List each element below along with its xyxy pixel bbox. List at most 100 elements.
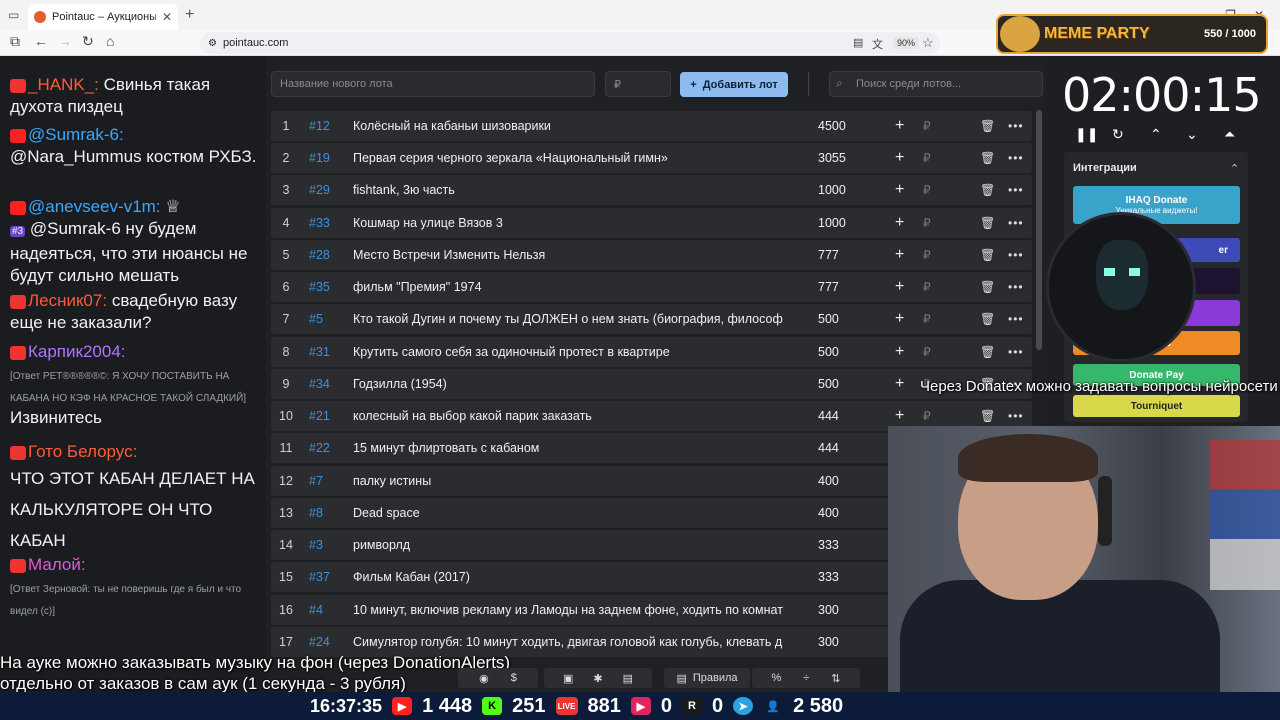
lot-row[interactable]: 2 #19 Первая серия черного зеркала «Национ… — [271, 143, 1032, 173]
lot-row[interactable]: 6 #35 фильм "Премия" 1974 777 + ₽ 🗑 ••• — [271, 272, 1032, 302]
browser-tab[interactable]: Pointauc – Аукционы, лотереи ✕ — [28, 4, 178, 30]
more-icon[interactable]: ••• — [1008, 409, 1024, 423]
bookmark-star-icon[interactable]: ☆ — [922, 35, 934, 51]
add-amount-icon[interactable]: + — [895, 117, 904, 135]
delete-icon[interactable]: 🗑 — [980, 280, 995, 294]
address-bar[interactable]: ⚙ pointauc.com — [200, 32, 940, 54]
lot-amount[interactable]: 400 — [818, 474, 839, 488]
lot-name[interactable]: 15 минут флиртовать с кабаном — [343, 441, 783, 455]
lot-name[interactable]: Колёсный на кабаньи шизоварики — [343, 119, 783, 133]
more-icon[interactable]: ••• — [1008, 312, 1024, 326]
lot-amount[interactable]: 777 — [818, 280, 839, 294]
reader-icon[interactable]: ▤ — [853, 36, 863, 49]
lot-name[interactable]: Dead space — [343, 506, 783, 520]
chevron-down-icon[interactable]: ⌄ — [1186, 126, 1198, 143]
back-icon[interactable]: ← — [34, 33, 48, 49]
balance-icon[interactable]: ÷ — [803, 672, 809, 684]
lot-amount[interactable]: 777 — [818, 248, 839, 262]
delete-icon[interactable]: 🗑 — [980, 151, 995, 165]
lot-name[interactable]: Кошмар на улице Вязов 3 — [343, 216, 783, 230]
lot-amount[interactable]: 333 — [818, 570, 839, 584]
lot-amount[interactable]: 400 — [818, 506, 839, 520]
add-amount-icon[interactable]: + — [895, 375, 904, 393]
lot-row[interactable]: 9 #34 Годзилла (1954) 500 + ₽ 🗑 ••• — [271, 369, 1032, 399]
lot-amount-input[interactable]: ₽ — [605, 71, 671, 97]
add-amount-icon[interactable]: + — [895, 181, 904, 199]
sidebar-toggle-icon[interactable]: ⧉ — [10, 33, 20, 50]
add-amount-icon[interactable]: + — [895, 407, 904, 425]
add-lot-button[interactable]: + Добавить лот — [680, 72, 788, 97]
clear-icon[interactable]: ▤ — [623, 672, 633, 685]
rules-button[interactable]: ▤ Правила — [664, 668, 750, 688]
forward-icon[interactable]: → — [58, 33, 72, 49]
lot-row[interactable]: 4 #33 Кошмар на улице Вязов 3 1000 + ₽ 🗑 ••• — [271, 208, 1032, 238]
delete-icon[interactable]: 🗑 — [980, 409, 995, 423]
lot-row[interactable]: 1 #12 Колёсный на кабаньи шизоварики 4500 + ₽… — [271, 111, 1032, 141]
reset-icon[interactable]: ↻ — [1112, 126, 1124, 143]
lot-name[interactable]: фильм "Премия" 1974 — [343, 280, 783, 294]
lot-amount[interactable]: 300 — [818, 603, 839, 617]
home-icon[interactable]: ⌂ — [106, 33, 114, 49]
lot-row[interactable]: 5 #28 Место Встречи Изменить Нельзя 777 + ₽ 🗑 •… — [271, 240, 1032, 270]
chevron-up-icon[interactable]: ⌃ — [1150, 126, 1162, 143]
lot-amount[interactable]: 500 — [818, 377, 839, 391]
lot-name[interactable]: Крутить самого себя за одиночный протест… — [343, 345, 783, 359]
more-icon[interactable]: ••• — [1008, 151, 1024, 165]
github-icon[interactable]: ◉ — [479, 672, 489, 685]
more-icon[interactable]: ••• — [1008, 345, 1024, 359]
add-amount-icon[interactable]: + — [895, 149, 904, 167]
sort-icon[interactable]: ⇅ — [831, 672, 840, 685]
translate-icon[interactable]: 文 — [872, 36, 883, 52]
save-icon[interactable]: ▣ — [563, 672, 573, 685]
lot-name[interactable]: римворлд — [343, 538, 783, 552]
lot-name[interactable]: Фильм Кабан (2017) — [343, 570, 783, 584]
lot-amount[interactable]: 500 — [818, 345, 839, 359]
lot-amount[interactable]: 500 — [818, 312, 839, 326]
lot-name[interactable]: Кто такой Дугин и почему ты ДОЛЖЕН о нем… — [343, 312, 783, 326]
lot-name[interactable]: Первая серия черного зеркала «Национальн… — [343, 151, 783, 165]
lot-name[interactable]: колесный на выбор какой парик заказать — [343, 409, 783, 423]
percent-icon[interactable]: % — [771, 672, 781, 684]
lot-amount[interactable]: 444 — [818, 441, 839, 455]
lot-amount[interactable]: 4500 — [818, 119, 846, 133]
lot-amount[interactable]: 333 — [818, 538, 839, 552]
pause-icon[interactable]: ❚❚ — [1075, 126, 1098, 143]
lot-amount[interactable]: 3055 — [818, 151, 846, 165]
lot-name[interactable]: Место Встречи Изменить Нельзя — [343, 248, 783, 262]
site-info-icon[interactable]: ⚙ — [208, 38, 217, 49]
lot-name[interactable]: палку истины — [343, 474, 783, 488]
add-amount-icon[interactable]: + — [895, 278, 904, 296]
bug-icon[interactable]: ✱ — [593, 672, 602, 685]
delete-icon[interactable]: 🗑 — [980, 312, 995, 326]
lot-name[interactable]: 10 минут, включив рекламу из Ламоды на з… — [343, 603, 783, 617]
search-input[interactable]: Поиск среди лотов... — [829, 71, 1043, 97]
close-tab-icon[interactable]: ✕ — [162, 10, 172, 24]
lot-amount[interactable]: 1000 — [818, 183, 846, 197]
lot-name[interactable]: Годзилла (1954) — [343, 377, 783, 391]
tourniquet-button[interactable]: Tourniquet — [1073, 395, 1240, 417]
lot-name[interactable]: Симулятор голубя: 10 минут ходить, двига… — [343, 635, 783, 649]
lot-row[interactable]: 3 #29 fishtank, 3ю часть 1000 + ₽ 🗑 ••• — [271, 175, 1032, 205]
donate-icon[interactable]: $ — [511, 672, 517, 684]
more-icon[interactable]: ••• — [1008, 183, 1024, 197]
zoom-level[interactable]: 90% — [893, 37, 920, 49]
delete-icon[interactable]: 🗑 — [980, 119, 995, 133]
lot-amount[interactable]: 444 — [818, 409, 839, 423]
tab-actions-icon[interactable]: ▭ — [8, 8, 19, 22]
double-up-icon[interactable]: ⏶ — [1224, 126, 1235, 143]
scrollbar[interactable] — [1036, 110, 1042, 350]
lot-row[interactable]: 7 #5 Кто такой Дугин и почему ты ДОЛЖЕН о … — [271, 304, 1032, 334]
reload-icon[interactable]: ↻ — [82, 33, 94, 50]
delete-icon[interactable]: 🗑 — [980, 248, 995, 262]
add-amount-icon[interactable]: + — [895, 310, 904, 328]
lot-row[interactable]: 8 #31 Крутить самого себя за одиночный про… — [271, 337, 1032, 367]
delete-icon[interactable]: 🗑 — [980, 216, 995, 230]
add-amount-icon[interactable]: + — [895, 343, 904, 361]
lot-amount[interactable]: 1000 — [818, 216, 846, 230]
more-icon[interactable]: ••• — [1008, 216, 1024, 230]
add-amount-icon[interactable]: + — [895, 246, 904, 264]
lot-amount[interactable]: 300 — [818, 635, 839, 649]
delete-icon[interactable]: 🗑 — [980, 345, 995, 359]
collapse-icon[interactable]: ⌃ — [1230, 162, 1239, 175]
new-tab-icon[interactable]: + — [185, 6, 194, 24]
